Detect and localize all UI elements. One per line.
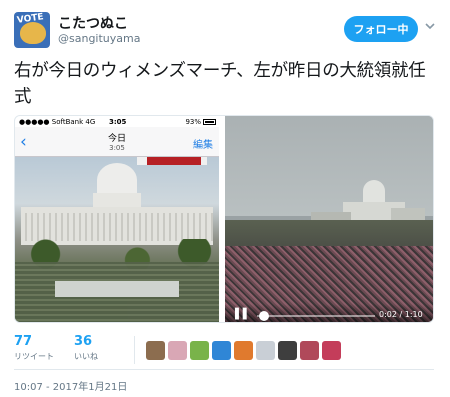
- liker-avatar[interactable]: [212, 341, 231, 360]
- nav-title: 今日: [107, 134, 126, 144]
- retweet-label[interactable]: リツイート: [14, 351, 54, 362]
- inauguration-photo: [15, 157, 219, 322]
- nav-subtitle: 3:05: [109, 144, 125, 152]
- video-player[interactable]: ▌▌ 0:02 / 1:10: [225, 116, 433, 322]
- display-name[interactable]: こたつぬこ: [58, 13, 128, 33]
- battery-icon: [203, 119, 216, 125]
- liker-avatar[interactable]: [168, 341, 187, 360]
- banner-red: [147, 157, 201, 165]
- liker-avatar[interactable]: [278, 341, 297, 360]
- like-label[interactable]: いいね: [74, 351, 98, 362]
- status-time: 3:05: [109, 117, 127, 126]
- like-count[interactable]: 36: [74, 334, 92, 349]
- video-capitol-dome: [363, 180, 385, 202]
- left-photo[interactable]: ●●●●● SoftBank 4G 3:05 93% ‹ 今日 3:05 編集: [15, 116, 219, 322]
- retweet-count[interactable]: 77: [14, 334, 32, 349]
- capitol-columns: [21, 213, 213, 241]
- video-scrubber[interactable]: [257, 315, 375, 317]
- liker-avatar[interactable]: [256, 341, 275, 360]
- capitol-dome: [97, 163, 137, 197]
- liker-avatar[interactable]: [300, 341, 319, 360]
- divider: [14, 369, 434, 370]
- phone-status-bar: ●●●●● SoftBank 4G 3:05 93%: [15, 116, 219, 127]
- video-time: 0:02 / 1:10: [379, 310, 423, 319]
- battery-text: 93%: [185, 117, 201, 126]
- media-container[interactable]: ●●●●● SoftBank 4G 3:05 93% ‹ 今日 3:05 編集: [14, 115, 434, 323]
- edit-label: 編集: [193, 140, 213, 151]
- avatar[interactable]: VOTE: [14, 12, 50, 48]
- liker-avatar[interactable]: [234, 341, 253, 360]
- stage: [55, 281, 179, 297]
- liker-avatars: [146, 341, 341, 360]
- liker-avatar[interactable]: [190, 341, 209, 360]
- user-handle[interactable]: @sangituyama: [58, 32, 140, 45]
- stats-divider: [134, 336, 135, 364]
- phone-nav-bar: ‹ 今日 3:05 編集: [15, 127, 219, 157]
- avatar-cat-graphic: [20, 22, 46, 44]
- video-sky: [225, 116, 433, 216]
- pause-icon[interactable]: ▌▌: [235, 309, 250, 320]
- tweet-text: 右が今日のウィメンズマーチ、左が昨日の大統領就任式: [14, 61, 426, 107]
- chevron-down-icon[interactable]: [424, 20, 436, 36]
- liker-avatar[interactable]: [146, 341, 165, 360]
- carrier-text: ●●●●● SoftBank 4G: [19, 117, 96, 126]
- scrubber-knob[interactable]: [258, 311, 269, 321]
- tweet-timestamp[interactable]: 10:07 - 2017年1月21日: [14, 378, 127, 393]
- follow-button[interactable]: フォロー中: [344, 16, 418, 42]
- liker-avatar[interactable]: [322, 341, 341, 360]
